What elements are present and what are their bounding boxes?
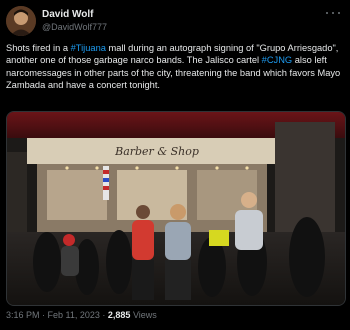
tweet-text-part: Shots fired in a bbox=[6, 43, 71, 53]
tweet-media-image[interactable]: Barber & Shop bbox=[6, 111, 346, 306]
tweet-time[interactable]: 3:16 PM bbox=[6, 310, 40, 320]
meta-separator: · bbox=[99, 310, 108, 320]
avatar[interactable] bbox=[6, 6, 36, 36]
tweet-card: David Wolf @DavidWolf777 Shots fired in … bbox=[0, 0, 350, 330]
author-handle[interactable]: @DavidWolf777 bbox=[42, 22, 107, 32]
store-sign: Barber & Shop bbox=[114, 145, 199, 158]
views-count: 2,885 bbox=[107, 310, 131, 320]
tweet-date[interactable]: Feb 11, 2023 bbox=[48, 310, 100, 320]
views-label: Views bbox=[130, 310, 157, 320]
author-display-name[interactable]: David Wolf bbox=[42, 9, 93, 20]
hashtag-link-cjng[interactable]: #CJNG bbox=[262, 55, 292, 65]
tweet-text: Shots fired in a #Tijuana mall during an… bbox=[6, 42, 342, 92]
meta-separator: · bbox=[39, 310, 48, 320]
more-icon[interactable] bbox=[326, 8, 340, 18]
hashtag-link-tijuana[interactable]: #Tijuana bbox=[71, 43, 106, 53]
tweet-meta: 3:16 PM · Feb 11, 2023 · 2,885 Views bbox=[6, 310, 157, 320]
